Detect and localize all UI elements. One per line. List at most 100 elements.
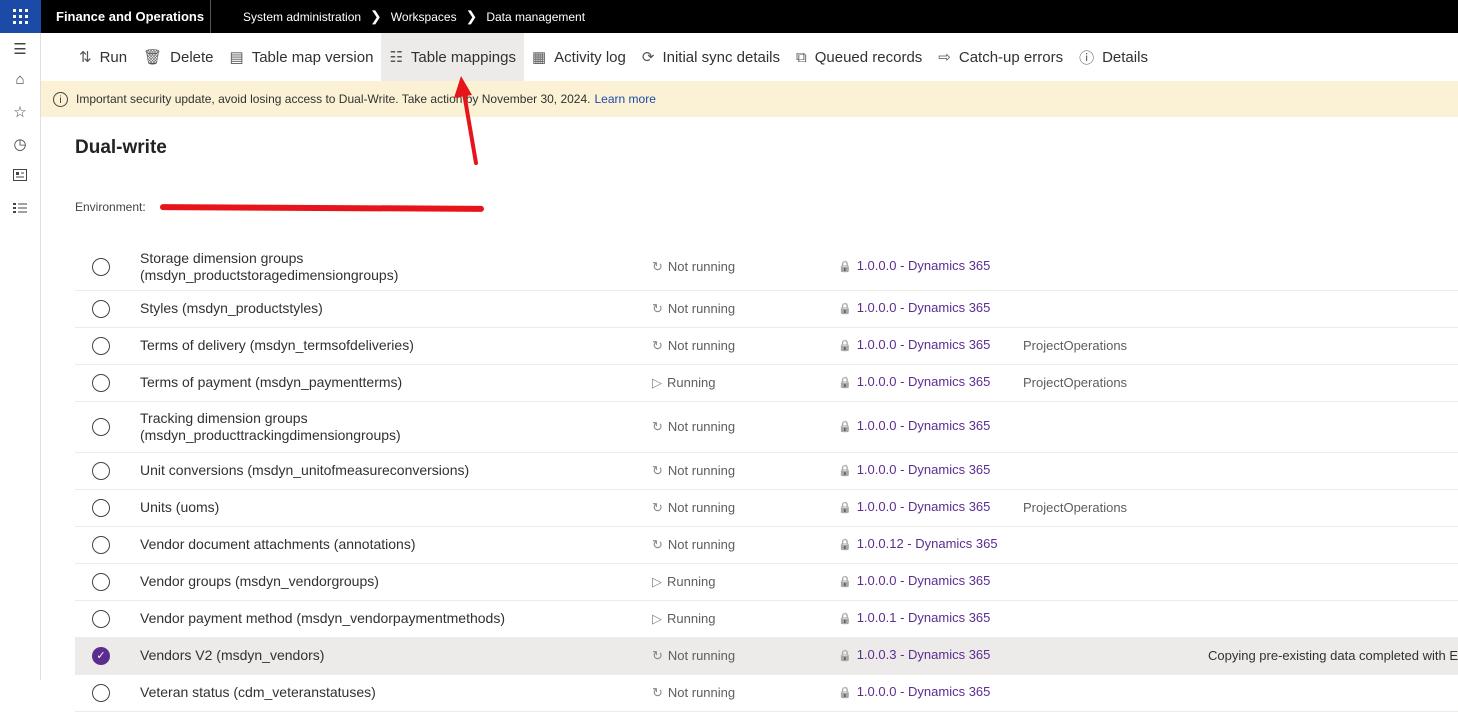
lock-icon: 🔒: [838, 340, 852, 352]
version-cell[interactable]: 🔒 1.0.0.0 - Dynamics 365: [838, 418, 990, 433]
version-cell[interactable]: 🔒 1.0.0.0 - Dynamics 365: [838, 258, 990, 273]
details-button[interactable]: ⓘ Details: [1071, 33, 1156, 81]
table-icon: ▤: [229, 49, 244, 66]
row-select-radio[interactable]: [92, 499, 110, 517]
run-button[interactable]: ⇅ Run: [71, 33, 135, 81]
table-row[interactable]: Terms of payment (msdyn_paymentterms) ▷ Ru…: [75, 365, 1458, 402]
version-cell[interactable]: 🔒 1.0.0.0 - Dynamics 365: [838, 499, 990, 514]
version-text: 1.0.0.1 - Dynamics 365: [856, 610, 991, 625]
row-name-line: Veteran status (cdm_veteranstatuses): [140, 684, 376, 700]
version-cell[interactable]: 🔒 1.0.0.0 - Dynamics 365: [838, 300, 990, 315]
breadcrumb-data-management[interactable]: Data management: [486, 10, 585, 24]
version-cell[interactable]: 🔒 1.0.0.0 - Dynamics 365: [838, 462, 990, 477]
row-name-line: Terms of payment (msdyn_paymentterms): [140, 374, 403, 390]
queued-records-button[interactable]: ⧉ Queued records: [788, 33, 930, 81]
breadcrumb-workspaces[interactable]: Workspaces: [391, 10, 457, 24]
activity-log-button[interactable]: ▦ Activity log: [524, 33, 634, 81]
table-row[interactable]: Styles (msdyn_productstyles) ↻ Not running…: [75, 291, 1458, 328]
row-name-line: Vendor groups (msdyn_vendorgroups): [140, 573, 379, 589]
app-name[interactable]: Finance and Operations: [41, 0, 211, 33]
table-row[interactable]: Storage dimension groups (msdyn_productst…: [75, 243, 1458, 291]
sync-paused-icon: ↻: [652, 258, 663, 274]
catch-up-errors-button[interactable]: ⇨ Catch-up errors: [930, 33, 1071, 81]
version-text: 1.0.0.0 - Dynamics 365: [856, 337, 991, 352]
trash-icon: 🗑: [143, 49, 163, 66]
error-icon: ⇨: [938, 49, 951, 66]
row-select-radio[interactable]: [92, 300, 110, 318]
version-text: 1.0.0.0 - Dynamics 365: [856, 257, 991, 273]
row-checked-icon[interactable]: ✓: [92, 647, 110, 665]
lock-icon: 🔒: [838, 421, 852, 433]
row-select-radio[interactable]: [92, 610, 110, 628]
learn-more-link[interactable]: Learn more: [595, 92, 656, 106]
lock-icon: 🔒: [838, 260, 852, 273]
version-cell[interactable]: 🔒 1.0.0.0 - Dynamics 365: [838, 374, 990, 389]
row-name: Terms of payment (msdyn_paymentterms): [140, 374, 402, 391]
table-row[interactable]: Veteran status (cdm_veteranstatuses) ↻ Not…: [75, 675, 1458, 712]
row-select-radio[interactable]: [92, 257, 110, 276]
environment-label: Environment:: [75, 200, 146, 214]
row-name-line: (msdyn_producttrackingdimensiongroups): [140, 427, 401, 443]
hamburger-icon[interactable]: ☰: [11, 41, 29, 59]
version-cell[interactable]: 🔒 1.0.0.0 - Dynamics 365: [838, 684, 990, 699]
table-row[interactable]: Vendor groups (msdyn_vendorgroups) ▷ Runni…: [75, 564, 1458, 601]
table-row[interactable]: Tracking dimension groups (msdyn_productt…: [75, 402, 1458, 453]
row-name: Vendor payment method (msdyn_vendorpayme…: [140, 610, 505, 627]
status-text: Not running: [667, 301, 736, 316]
play-icon: ▷: [652, 375, 662, 390]
sync-paused-icon: ↻: [652, 301, 663, 316]
action-toolbar: ⇅ Run 🗑 Delete ▤ Table map version ☷ Table m…: [41, 33, 1458, 81]
status-text: Running: [667, 375, 716, 390]
row-select-radio[interactable]: [92, 536, 110, 554]
sync-paused-icon: ↻: [652, 648, 663, 663]
table-mappings-list: Storage dimension groups (msdyn_productst…: [75, 243, 1458, 712]
table-row[interactable]: ✓ Vendors V2 (msdyn_vendors) ↻ Not running 🔒…: [75, 638, 1458, 675]
star-icon[interactable]: ☆: [11, 104, 29, 122]
row-name-line: Vendor payment method (msdyn_vendorpayme…: [140, 610, 505, 626]
table-row[interactable]: Vendor document attachments (annotations…: [75, 527, 1458, 564]
app-launcher-icon[interactable]: [0, 0, 41, 33]
row-select-radio[interactable]: [92, 418, 110, 436]
row-name: Units (uoms): [140, 499, 219, 516]
home-icon[interactable]: ⌂: [11, 71, 29, 89]
status-text: Running: [667, 574, 716, 589]
row-select-radio[interactable]: [92, 374, 110, 392]
version-cell[interactable]: 🔒 1.0.0.0 - Dynamics 365: [838, 337, 990, 352]
row-select-radio[interactable]: [92, 573, 110, 591]
row-select-radio[interactable]: [92, 684, 110, 702]
lock-icon: 🔒: [838, 613, 852, 625]
clock-icon[interactable]: ◷: [11, 136, 29, 154]
status-cell: ↻ Not running: [652, 500, 735, 516]
version-cell[interactable]: 🔒 1.0.0.3 - Dynamics 365: [838, 647, 990, 662]
initial-sync-details-button[interactable]: ⟳ Initial sync details: [634, 33, 788, 81]
status-text: Not running: [667, 500, 736, 515]
project-cell: ProjectOperations: [1023, 500, 1128, 515]
table-map-version-button[interactable]: ▤ Table map version: [222, 33, 382, 81]
project-cell: ProjectOperations: [1023, 375, 1128, 390]
table-mappings-button[interactable]: ☷ Table mappings: [381, 33, 524, 81]
breadcrumb-system-administration[interactable]: System administration: [243, 10, 361, 24]
table-row[interactable]: Unit conversions (msdyn_unitofmeasurecon…: [75, 453, 1458, 490]
status-cell: ↻ Not running: [652, 537, 735, 553]
row-name-line: Storage dimension groups: [140, 249, 304, 266]
version-cell[interactable]: 🔒 1.0.0.0 - Dynamics 365: [838, 573, 990, 588]
row-name-line: Unit conversions (msdyn_unitofmeasurecon…: [140, 462, 470, 478]
version-cell[interactable]: 🔒 1.0.0.12 - Dynamics 365: [838, 536, 998, 551]
row-select-radio[interactable]: [92, 462, 110, 480]
sync-paused-icon: ↻: [652, 463, 663, 478]
status-text: Running: [667, 611, 716, 626]
row-name: Tracking dimension groups (msdyn_productt…: [140, 410, 401, 444]
status-text: Not running: [667, 685, 736, 700]
row-name-line: Vendor document attachments (annotations…: [140, 536, 416, 552]
version-cell[interactable]: 🔒 1.0.0.1 - Dynamics 365: [838, 610, 990, 625]
row-name: Terms of delivery (msdyn_termsofdeliveri…: [140, 337, 414, 354]
table-row[interactable]: Vendor payment method (msdyn_vendorpayme…: [75, 601, 1458, 638]
table-row[interactable]: Terms of delivery (msdyn_termsofdeliveri…: [75, 328, 1458, 365]
list-icon[interactable]: [11, 201, 29, 219]
delete-button[interactable]: 🗑 Delete: [135, 33, 221, 81]
table-row[interactable]: Units (uoms) ↻ Not running 🔒 1.0.0.0 - Dynam…: [75, 490, 1458, 527]
workspace-icon[interactable]: [11, 168, 29, 186]
row-name: Vendors V2 (msdyn_vendors): [140, 647, 324, 664]
row-select-radio[interactable]: [92, 337, 110, 355]
row-name: Unit conversions (msdyn_unitofmeasurecon…: [140, 462, 469, 479]
